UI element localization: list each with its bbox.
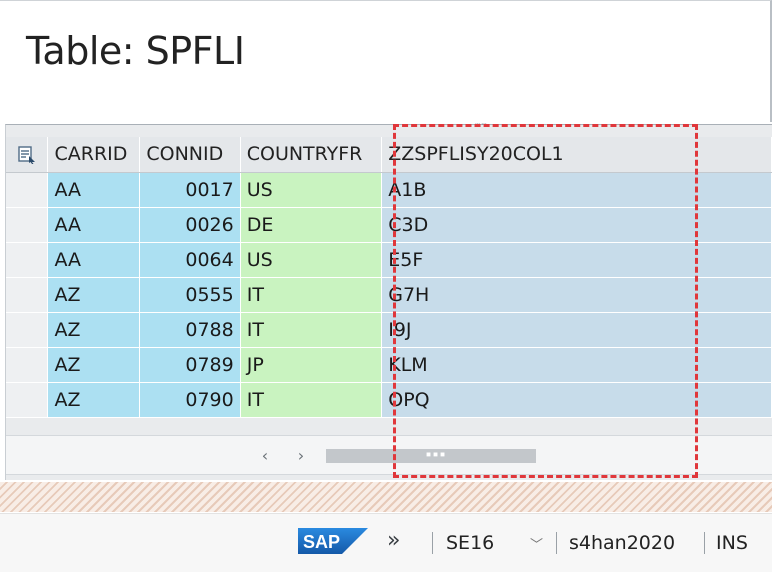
scroll-track[interactable]: ▪▪▪	[326, 449, 536, 463]
cell-connid[interactable]: 0788	[139, 312, 241, 348]
cell-carrid[interactable]: AZ	[47, 312, 141, 348]
cell-countryfr[interactable]: US	[240, 172, 383, 208]
cell-countryfr[interactable]: JP	[240, 347, 383, 383]
row-selector[interactable]	[6, 207, 49, 243]
column-header-carrid[interactable]: CARRID	[47, 137, 141, 173]
cell-zzspflisy20col1[interactable]: OPQ	[381, 382, 772, 418]
row-selector[interactable]	[6, 382, 49, 418]
cell-connid[interactable]: 0789	[139, 347, 241, 383]
cell-zzspflisy20col1[interactable]: E5F	[381, 242, 772, 278]
column-header-zzspflisy20col1[interactable]: ZZSPFLISY20COL1	[381, 137, 772, 173]
cell-connid[interactable]: 0017	[139, 172, 241, 208]
transaction-code: SE16	[446, 532, 495, 554]
chevron-right-icon[interactable]: ›	[292, 445, 310, 467]
cell-carrid[interactable]: AA	[47, 207, 141, 243]
layout-settings-icon	[18, 146, 35, 164]
hatched-divider	[0, 482, 772, 512]
column-header-connid[interactable]: CONNID	[139, 137, 241, 173]
expand-status-icon[interactable]: »	[387, 530, 400, 552]
row-selector[interactable]	[6, 277, 49, 313]
table-row[interactable]: AZ 0789 JP KLM	[6, 347, 772, 383]
header-row: CARRID CONNID COUNTRYFR ZZSPFLISY20COL1	[6, 137, 772, 173]
cell-countryfr[interactable]: DE	[240, 207, 383, 243]
cell-zzspflisy20col1[interactable]: C3D	[381, 207, 772, 243]
column-header-countryfr[interactable]: COUNTRYFR	[240, 137, 383, 173]
cell-zzspflisy20col1[interactable]: KLM	[381, 347, 772, 383]
row-selector[interactable]	[6, 347, 49, 383]
horizontal-scrollbar[interactable]: ‹ › ▪▪▪	[6, 435, 772, 475]
spfli-table: CARRID CONNID COUNTRYFR ZZSPFLISY20COL1 …	[6, 137, 772, 418]
status-separator	[704, 532, 705, 554]
cell-carrid[interactable]: AA	[47, 172, 141, 208]
row-selector[interactable]	[6, 172, 49, 208]
layout-settings-button[interactable]	[6, 137, 49, 173]
table-row[interactable]: AZ 0788 IT I9J	[6, 312, 772, 348]
table-row[interactable]: AZ 0555 IT G7H	[6, 277, 772, 313]
cell-connid[interactable]: 0555	[139, 277, 241, 313]
table-row[interactable]: AA 0017 US A1B	[6, 172, 772, 208]
data-grid[interactable]: CARRID CONNID COUNTRYFR ZZSPFLISY20COL1 …	[5, 124, 772, 480]
chevron-down-icon[interactable]: ﹀	[530, 534, 543, 553]
column-resize-grip[interactable]: ⋯⋯	[475, 120, 488, 130]
status-separator	[556, 532, 557, 554]
cell-zzspflisy20col1[interactable]: I9J	[381, 312, 772, 348]
status-bar: SAP » SE16 ﹀ s4han2020 INS	[0, 513, 772, 572]
cell-countryfr[interactable]: IT	[240, 382, 383, 418]
cell-zzspflisy20col1[interactable]: G7H	[381, 277, 772, 313]
table-row[interactable]: AA 0064 US E5F	[6, 242, 772, 278]
cell-connid[interactable]: 0790	[139, 382, 241, 418]
table-row[interactable]: AA 0026 DE C3D	[6, 207, 772, 243]
svg-text:SAP: SAP	[303, 532, 340, 552]
cell-carrid[interactable]: AZ	[47, 277, 141, 313]
cell-carrid[interactable]: AZ	[47, 347, 141, 383]
cell-connid[interactable]: 0064	[139, 242, 241, 278]
scroll-thumb[interactable]: ▪▪▪	[416, 449, 456, 463]
chevron-left-icon[interactable]: ‹	[256, 445, 274, 467]
cell-countryfr[interactable]: US	[240, 242, 383, 278]
table-row[interactable]: AZ 0790 IT OPQ	[6, 382, 772, 418]
title-area: Table: SPFLI	[0, 0, 772, 122]
cell-carrid[interactable]: AZ	[47, 382, 141, 418]
cell-countryfr[interactable]: IT	[240, 312, 383, 348]
sap-logo: SAP	[298, 528, 368, 554]
row-selector[interactable]	[6, 242, 49, 278]
system-name: s4han2020	[569, 532, 676, 554]
cell-carrid[interactable]: AA	[47, 242, 141, 278]
cell-connid[interactable]: 0026	[139, 207, 241, 243]
input-mode: INS	[716, 532, 748, 554]
row-selector[interactable]	[6, 312, 49, 348]
cell-zzspflisy20col1[interactable]: A1B	[381, 172, 772, 208]
page-title: Table: SPFLI	[26, 29, 245, 73]
status-separator	[432, 532, 433, 554]
cell-countryfr[interactable]: IT	[240, 277, 383, 313]
